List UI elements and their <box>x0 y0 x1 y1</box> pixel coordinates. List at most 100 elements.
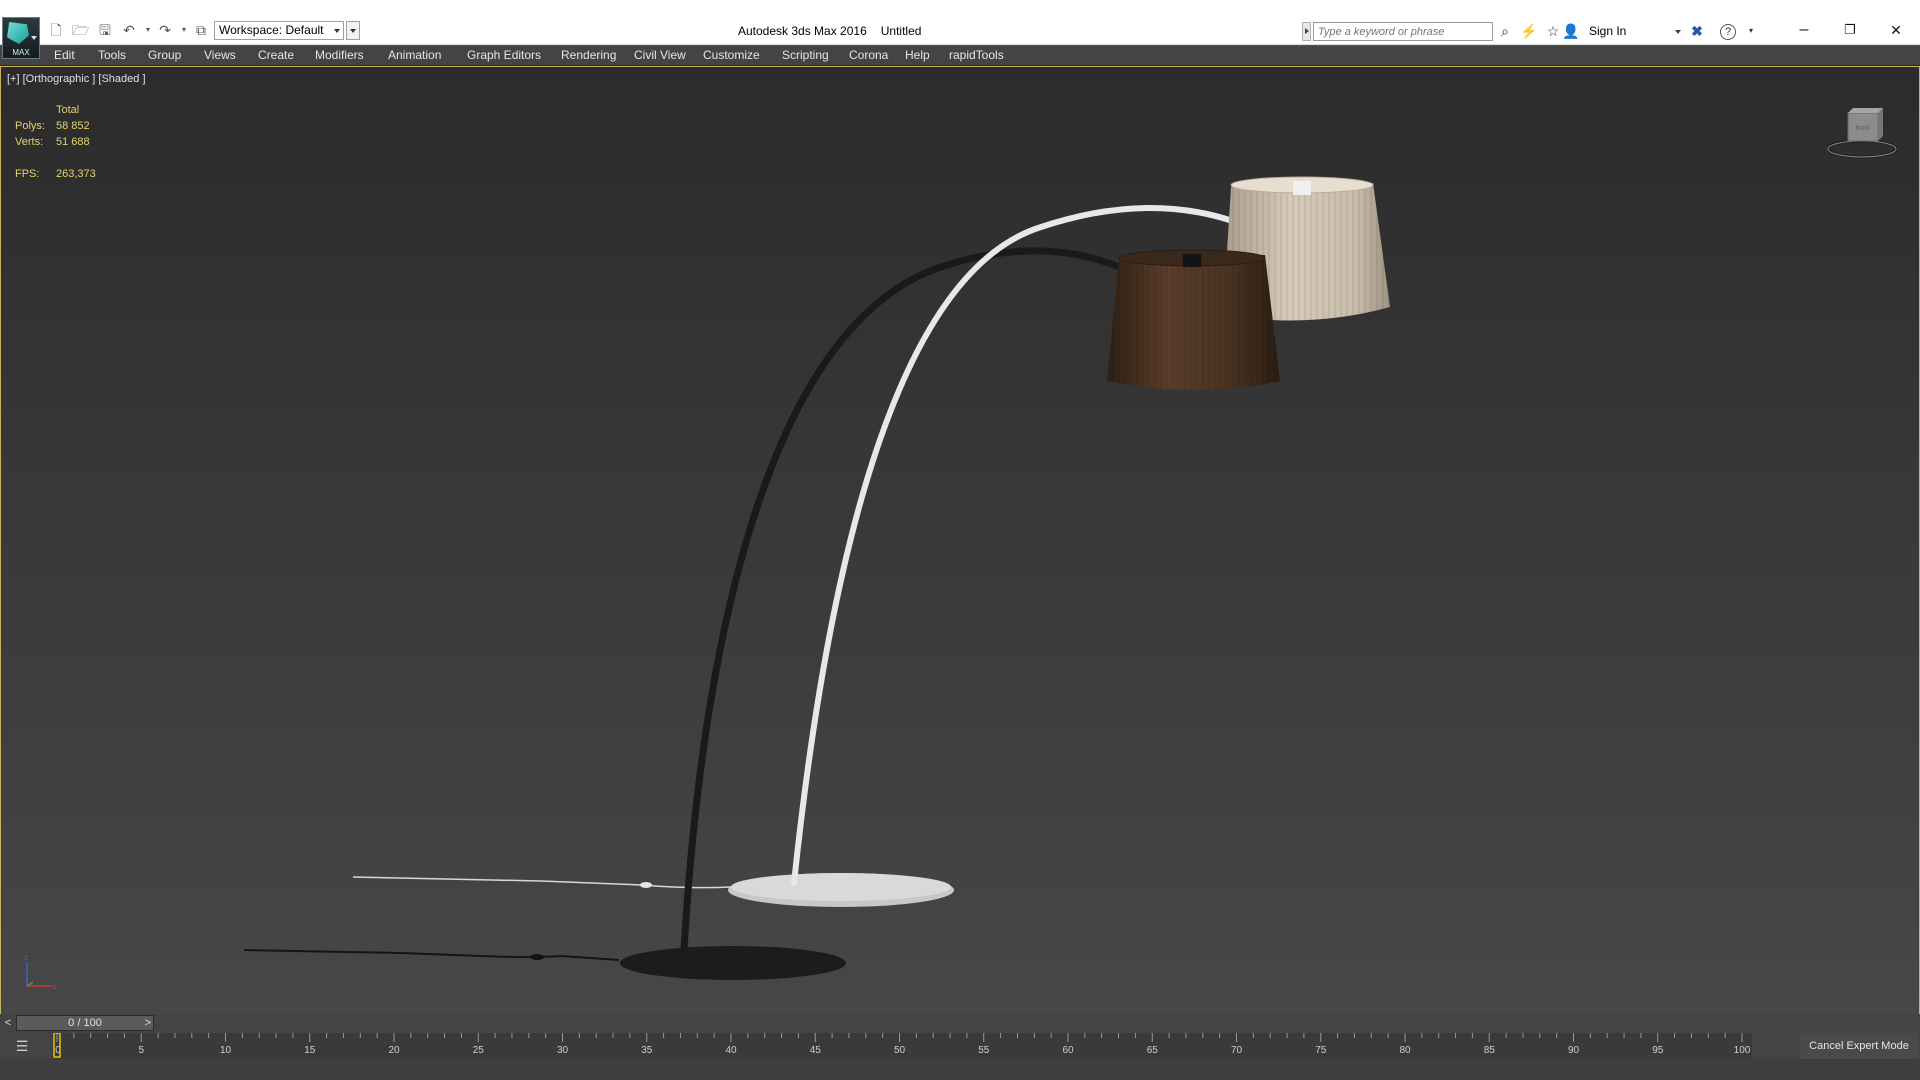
menu-civil-view[interactable]: Civil View <box>634 48 686 62</box>
timeline-tick-label: 80 <box>1399 1045 1411 1056</box>
timeline-tick-label: 60 <box>1062 1045 1074 1056</box>
timeline-tick-label: 75 <box>1315 1045 1327 1056</box>
perspective-viewport[interactable]: [+] [Orthographic ] [Shaded ] Total Poly… <box>0 66 1920 1015</box>
black-lamp-base[interactable] <box>620 946 846 980</box>
quick-access-customize-button[interactable] <box>346 21 360 40</box>
light-lampshade-socket <box>1293 181 1311 195</box>
timeline-tick-label: 65 <box>1147 1045 1159 1056</box>
menu-customize[interactable]: Customize <box>703 48 760 62</box>
close-button[interactable]: ✕ <box>1873 16 1919 44</box>
timeline-tick-label: 100 <box>1734 1045 1751 1056</box>
time-slider-thumb[interactable]: 0 / 100 <box>16 1015 154 1031</box>
application-menu-button[interactable]: MAX <box>2 17 40 59</box>
search-input[interactable] <box>1313 22 1493 41</box>
timeline-tick-label: 95 <box>1652 1045 1664 1056</box>
help-icon[interactable]: ? <box>1720 24 1736 40</box>
app-logo-label: MAX <box>12 48 30 57</box>
search-expand-button[interactable] <box>1302 22 1311 41</box>
stats-fps-value: 263,373 <box>56 168 96 180</box>
white-lamp-base-top <box>731 873 951 901</box>
timeline-tick-label: 30 <box>557 1045 569 1056</box>
menu-modifiers[interactable]: Modifiers <box>315 48 364 62</box>
black-cable-switch <box>530 954 544 960</box>
3ds-max-logo-icon <box>7 22 29 44</box>
timeline-tick-label: 45 <box>810 1045 822 1056</box>
menu-edit[interactable]: Edit <box>54 48 75 62</box>
undo-dropdown-icon[interactable]: ▾ <box>140 22 156 38</box>
document-name: Untitled <box>880 24 922 38</box>
timeline-tick-label: 5 <box>138 1045 144 1056</box>
viewcube-face-side[interactable] <box>1878 108 1883 141</box>
redo-dropdown-icon[interactable]: ▾ <box>176 22 192 38</box>
stats-verts-value: 51 688 <box>56 136 90 148</box>
exchange-x-icon[interactable]: ✖ <box>1688 22 1706 40</box>
menu-rendering[interactable]: Rendering <box>561 48 616 62</box>
menu-graph-editors[interactable]: Graph Editors <box>467 48 541 62</box>
menu-rapidtools[interactable]: rapidTools <box>949 48 1004 62</box>
viewport-scene[interactable] <box>1 67 1919 1014</box>
menu-bar: Edit Tools Group Views Create Modifiers … <box>0 45 1920 66</box>
viewcube-front-label: front <box>1856 125 1870 132</box>
workspace-label: Workspace: Default <box>219 23 324 37</box>
viewcube[interactable]: front <box>1827 105 1897 165</box>
favorites-star-icon[interactable]: ☆ <box>1544 22 1562 40</box>
time-slider-prev-button[interactable]: < <box>1 1015 15 1031</box>
white-cable-switch <box>640 882 652 888</box>
user-icon: 👤 <box>1562 23 1580 39</box>
redo-icon[interactable]: ↷ <box>157 22 173 38</box>
stats-verts-label: Verts: <box>15 136 44 148</box>
subscription-icon[interactable]: ⚡ <box>1520 22 1538 40</box>
status-strip <box>0 1059 1920 1080</box>
timeline-ruler-ticks: 0 5 10 15 20 25 30 35 40 45 50 55 60 65 70 75 80 85 90 95 10… <box>53 1033 1751 1058</box>
new-file-icon[interactable]: 🗋 <box>48 22 64 38</box>
title-bar: 🗋 🗁 🖫 ↶ ▾ ↷ ▾ ⧉ Workspace: Default Autod… <box>0 0 1920 45</box>
timeline-tick-label: 10 <box>220 1045 232 1056</box>
axis-z-letter: z <box>24 953 28 962</box>
dark-lampshade-socket <box>1183 254 1201 267</box>
trackbar-open-curve-editor-icon[interactable]: ☰ <box>12 1037 32 1055</box>
binoculars-icon[interactable]: ⌕ <box>1496 22 1514 40</box>
menu-views[interactable]: Views <box>204 48 236 62</box>
timeline-tick-label: 35 <box>641 1045 653 1056</box>
sign-in-button[interactable]: Sign In <box>1589 24 1626 38</box>
viewcube-compass-ring-highlight <box>1827 140 1897 158</box>
axis-x-letter: x <box>52 982 56 991</box>
workspace-dropdown[interactable]: Workspace: Default <box>214 21 344 40</box>
menu-group[interactable]: Group <box>148 48 181 62</box>
project-folder-icon[interactable]: ⧉ <box>193 22 209 38</box>
timeline-tick-label: 25 <box>473 1045 485 1056</box>
chevron-down-icon <box>334 29 340 33</box>
chevron-down-icon[interactable] <box>1675 30 1681 34</box>
timeline-tick-label: 15 <box>304 1045 316 1056</box>
window-title: Autodesk 3ds Max 2016 Untitled <box>738 24 935 38</box>
timeline-tick-label: 90 <box>1568 1045 1580 1056</box>
menu-scripting[interactable]: Scripting <box>782 48 829 62</box>
menu-create[interactable]: Create <box>258 48 294 62</box>
viewcube-face-top[interactable] <box>1848 108 1883 113</box>
stats-fps-label: FPS: <box>15 168 40 180</box>
stats-polys-label: Polys: <box>15 120 45 132</box>
chevron-down-icon <box>31 36 37 40</box>
timeline-tick-label: 20 <box>388 1045 400 1056</box>
track-bar: ☰ 0 5 10 15 20 25 30 35 40 45 50 55 60 65 70 75 80 85 90 95… <box>0 1033 1920 1059</box>
cancel-expert-mode-button[interactable]: Cancel Expert Mode <box>1800 1033 1918 1059</box>
minimize-button[interactable]: – <box>1781 16 1827 44</box>
restore-button[interactable]: ❐ <box>1827 16 1873 44</box>
stats-polys-value: 58 852 <box>56 120 90 132</box>
menu-corona[interactable]: Corona <box>849 48 888 62</box>
menu-animation[interactable]: Animation <box>388 48 441 62</box>
stats-total-header: Total <box>56 104 80 116</box>
save-icon[interactable]: 🖫 <box>97 22 113 38</box>
viewport-label-menu[interactable]: [+] [Orthographic ] [Shaded ] <box>7 73 146 85</box>
undo-icon[interactable]: ↶ <box>121 22 137 38</box>
timeline-ruler[interactable]: 0 5 10 15 20 25 30 35 40 45 50 55 60 65 70 75 80 85 90 95 10… <box>52 1033 1752 1059</box>
time-slider-bar: < 0 / 100 > <box>0 1014 1920 1032</box>
timeline-tick-label: 40 <box>725 1045 737 1056</box>
timeline-tick-label: 50 <box>894 1045 906 1056</box>
help-dropdown-icon[interactable]: ▾ <box>1742 22 1760 40</box>
menu-help[interactable]: Help <box>905 48 930 62</box>
dark-lampshade-grain <box>1107 255 1280 390</box>
menu-tools[interactable]: Tools <box>98 48 126 62</box>
open-file-icon[interactable]: 🗁 <box>72 22 89 38</box>
time-slider-next-button[interactable]: > <box>141 1015 155 1031</box>
